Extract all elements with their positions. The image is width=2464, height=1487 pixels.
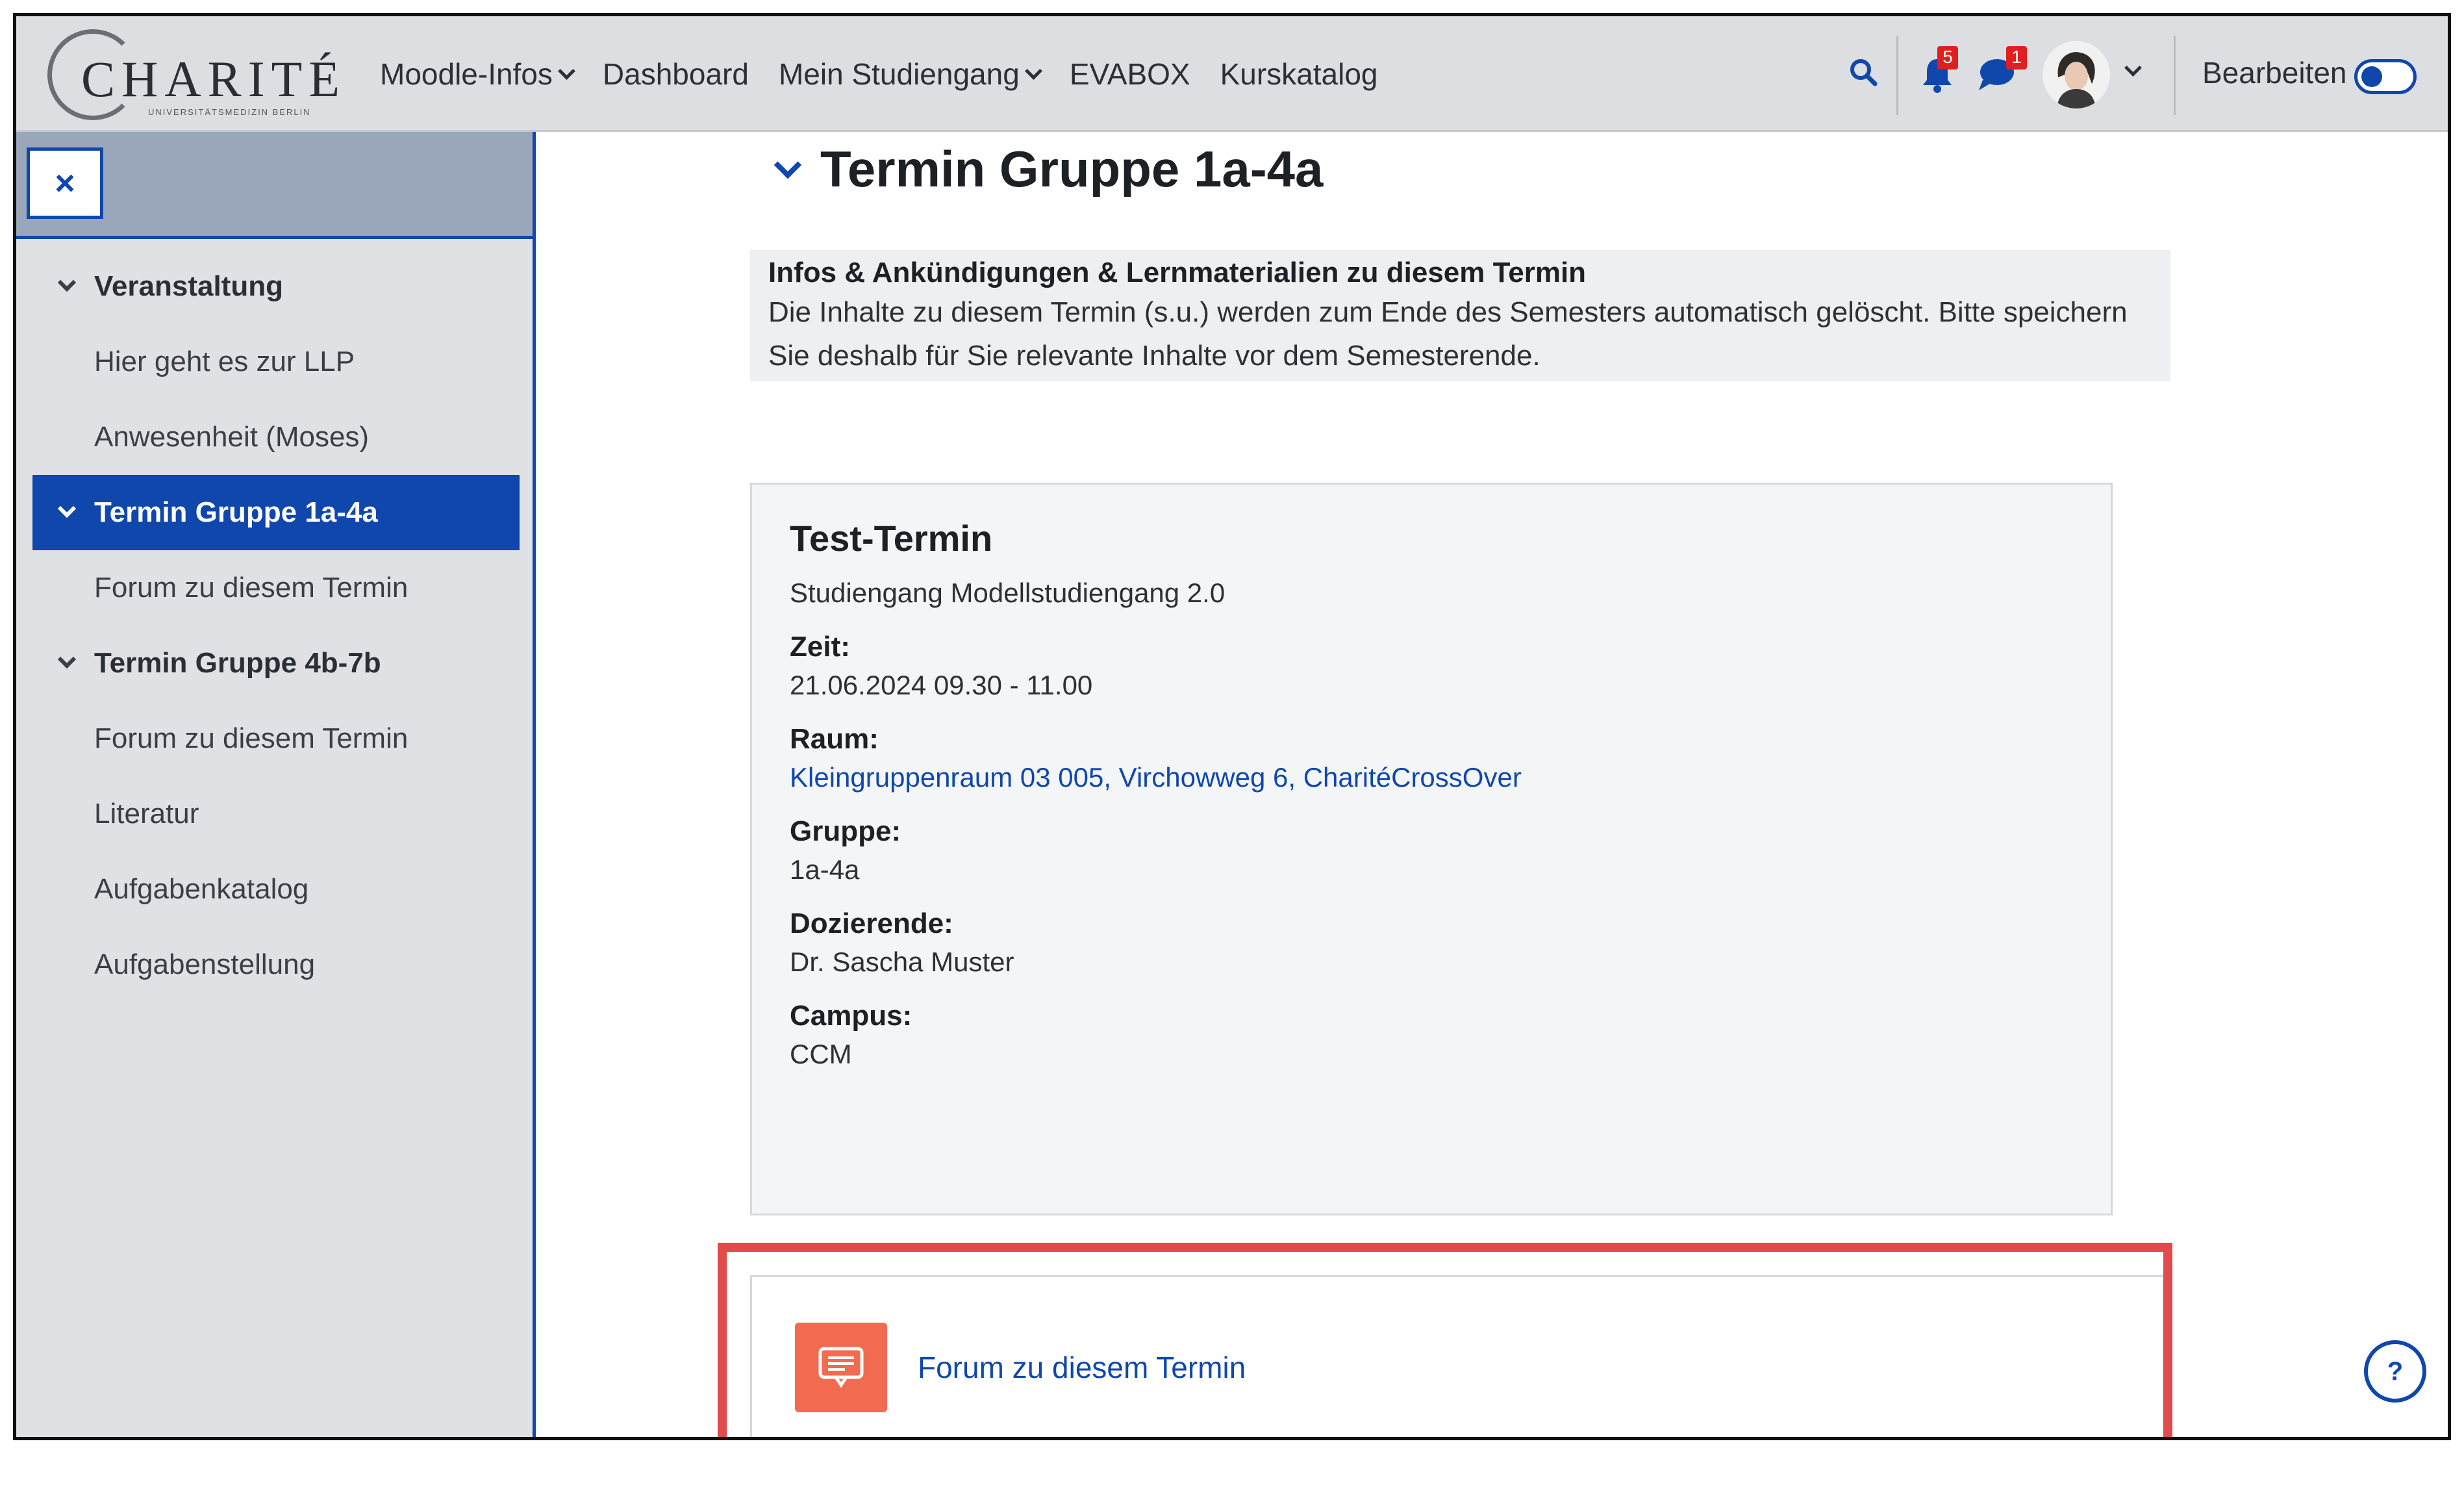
top-navbar: CHARITÉ UNIVERSITÄTSMEDIZIN BERLIN Moodl…	[16, 16, 2448, 132]
course-index-item[interactable]: Anwesenheit (Moses)	[16, 400, 533, 475]
course-index-section-label: Termin Gruppe 4b-7b	[94, 647, 381, 679]
summary-line-1: Die Inhalte zu diesem Termin (s.u.) werd…	[768, 296, 2128, 328]
highlight-annotation	[718, 1243, 2172, 1437]
nav-kurskatalog[interactable]: Kurskatalog	[1220, 57, 1378, 92]
collapse-section-icon[interactable]	[773, 151, 802, 179]
course-index-item-label: Hier geht es zur LLP	[94, 346, 355, 377]
close-drawer-button[interactable]: ×	[27, 147, 103, 219]
drawer-header: ×	[16, 132, 533, 239]
course-index-item-label: Forum zu diesem Termin	[94, 572, 409, 604]
course-index-item-label: Aufgabenstellung	[94, 948, 316, 980]
help-button[interactable]: ?	[2364, 1340, 2426, 1403]
search-icon[interactable]	[1849, 58, 1878, 86]
question-icon: ?	[2387, 1356, 2404, 1386]
course-index-drawer: × Veranstaltung Hier geht es zur LLP Anw…	[16, 132, 536, 1437]
course-index-item[interactable]: Forum zu diesem Termin	[16, 550, 533, 626]
appointment-card: Test-Termin Studiengang Modellstudiengan…	[750, 483, 2113, 1215]
logo-subline: UNIVERSITÄTSMEDIZIN BERLIN	[148, 107, 311, 117]
navbar-divider	[1896, 36, 1898, 115]
chevron-down-icon[interactable]	[57, 650, 77, 669]
nav-mein-studiengang[interactable]: Mein Studiengang	[778, 57, 1042, 92]
browser-frame: CHARITÉ UNIVERSITÄTSMEDIZIN BERLIN Moodl…	[13, 13, 2451, 1440]
course-index-section[interactable]: Veranstaltung	[16, 249, 533, 324]
toggle-knob	[2361, 66, 2382, 87]
nav-mein-studiengang-label: Mein Studiengang	[778, 57, 1020, 91]
user-avatar-icon	[2043, 41, 2110, 108]
chevron-down-icon[interactable]	[57, 499, 77, 518]
nav-moodle-infos-label: Moodle-Infos	[380, 57, 553, 91]
campus-label: Campus:	[790, 1000, 912, 1032]
edit-mode-toggle[interactable]	[2354, 59, 2417, 94]
nav-evabox-label: EVABOX	[1069, 57, 1190, 91]
charite-logo[interactable]: CHARITÉ UNIVERSITÄTSMEDIZIN BERLIN	[47, 24, 340, 128]
main-content: Termin Gruppe 1a-4a Infos & Ankündigunge…	[536, 132, 2448, 1437]
lecturer-label: Dozierende:	[790, 908, 953, 939]
course-index-section-label: Veranstaltung	[94, 270, 283, 302]
time-value: 21.06.2024 09.30 - 11.00	[790, 670, 1093, 700]
chevron-down-icon	[1024, 62, 1042, 80]
course-index-item-label: Aufgabenkatalog	[94, 873, 309, 905]
course-index-item-label: Forum zu diesem Termin	[94, 722, 409, 754]
messages-badge: 1	[2006, 46, 2027, 70]
chevron-down-icon[interactable]	[57, 273, 77, 292]
edit-mode-label: Bearbeiten	[2202, 56, 2347, 90]
logo-text: CHARITÉ	[81, 51, 346, 107]
messages-button[interactable]: 1	[1978, 46, 2027, 95]
appointment-subtitle: Studiengang Modellstudiengang 2.0	[790, 578, 1226, 608]
campus-value: CCM	[790, 1039, 852, 1069]
course-index-section-active[interactable]: Termin Gruppe 1a-4a	[32, 475, 520, 550]
course-index: Veranstaltung Hier geht es zur LLP Anwes…	[16, 249, 533, 1002]
nav-evabox[interactable]: EVABOX	[1070, 57, 1190, 92]
appointment-title: Test-Termin	[790, 518, 993, 559]
avatar[interactable]	[2043, 41, 2110, 108]
course-index-section[interactable]: Termin Gruppe 4b-7b	[16, 626, 533, 701]
primary-nav: Moodle-Infos Dashboard Mein Studiengang …	[380, 16, 1378, 132]
nav-dashboard[interactable]: Dashboard	[603, 57, 749, 92]
course-index-item[interactable]: Aufgabenkatalog	[16, 852, 533, 927]
time-label: Zeit:	[790, 631, 850, 663]
course-index-section-label: Termin Gruppe 1a-4a	[94, 496, 378, 528]
course-index-item-label: Anwesenheit (Moses)	[94, 421, 370, 453]
nav-moodle-infos[interactable]: Moodle-Infos	[380, 57, 575, 92]
summary-line-2: Sie deshalb für Sie relevante Inhalte vo…	[768, 340, 1540, 372]
section-title: Termin Gruppe 1a-4a	[820, 140, 1324, 197]
group-label: Gruppe:	[790, 815, 901, 847]
nav-kurskatalog-label: Kurskatalog	[1220, 57, 1378, 91]
section-summary: Infos & Ankündigungen & Lernmaterialien …	[750, 250, 2170, 381]
chevron-down-icon[interactable]	[2124, 59, 2142, 77]
course-index-item[interactable]: Forum zu diesem Termin	[16, 701, 533, 776]
navbar-divider	[2174, 36, 2176, 115]
course-index-item[interactable]: Literatur	[16, 776, 533, 852]
course-index-item[interactable]: Hier geht es zur LLP	[16, 324, 533, 400]
room-label: Raum:	[790, 723, 879, 755]
course-index-item-label: Literatur	[94, 798, 199, 830]
summary-title: Infos & Ankündigungen & Lernmaterialien …	[768, 257, 1587, 288]
nav-dashboard-label: Dashboard	[602, 57, 749, 91]
room-link[interactable]: Kleingruppenraum 03 005, Virchowweg 6, C…	[790, 762, 2073, 793]
course-index-item[interactable]: Aufgabenstellung	[16, 927, 533, 1002]
chevron-down-icon	[557, 62, 575, 80]
notifications-badge: 5	[1937, 46, 1958, 70]
lecturer-value: Dr. Sascha Muster	[790, 947, 1014, 977]
notifications-button[interactable]: 5	[1919, 46, 1958, 97]
group-value: 1a-4a	[790, 854, 860, 885]
close-icon: ×	[55, 164, 75, 203]
